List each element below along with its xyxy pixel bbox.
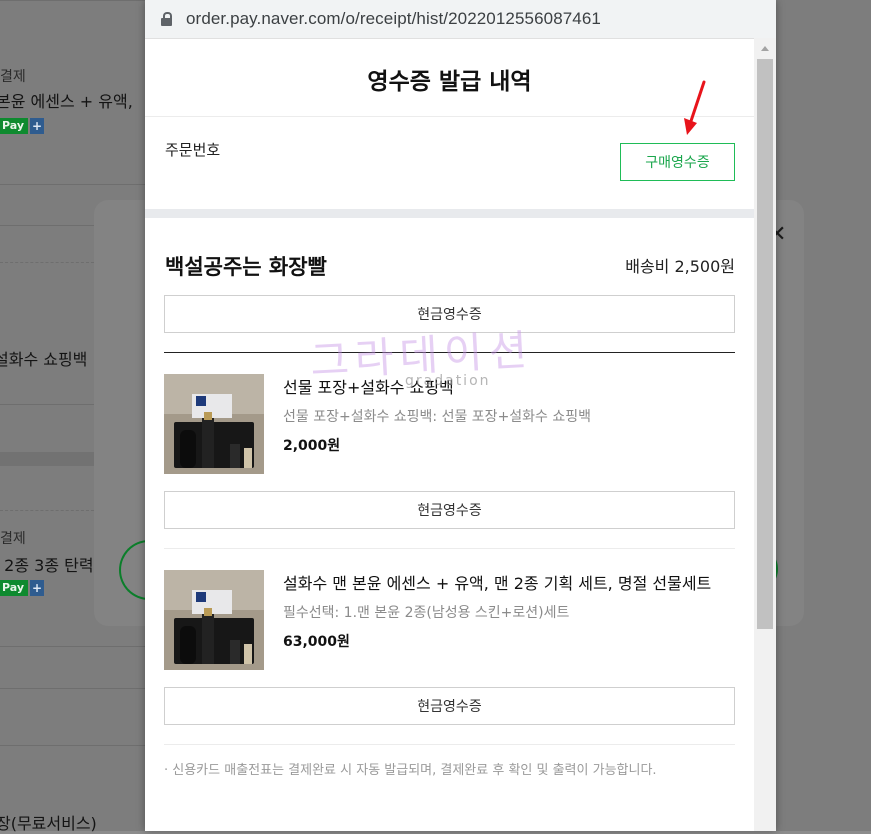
red-arrow-icon bbox=[684, 80, 706, 135]
bg-payment-label: 결제 bbox=[0, 69, 26, 85]
item-option: 필수선택: 1.맨 본윤 2종(남성용 스킨+로션)세트 bbox=[283, 605, 570, 621]
notice-text: · 신용카드 매출전표는 결제완료 시 자동 발급되며, 결제완료 후 확인 및… bbox=[164, 763, 657, 778]
watermark-subtext: gradation bbox=[405, 373, 491, 389]
item-divider bbox=[164, 548, 735, 549]
item-cash-receipt-button[interactable]: 현금영수증 bbox=[164, 687, 735, 725]
store-name: 백설공주는 화장빨 bbox=[165, 255, 327, 279]
item-name: 설화수 맨 본윤 에센스 + 유액, 맨 2종 기획 세트, 명절 선물세트 bbox=[283, 574, 712, 593]
scrollbar-thumb[interactable] bbox=[757, 59, 773, 629]
popup-content: 영수증 발급 내역 주문번호 구매영수증 백설공주는 화장빨 배송비 2,500… bbox=[145, 38, 754, 831]
receipt-popup-window: order.pay.naver.com/o/receipt/hist/20220… bbox=[145, 0, 776, 831]
item-cash-receipt-button[interactable]: 현금영수증 bbox=[164, 491, 735, 529]
item-divider bbox=[164, 744, 735, 745]
bg-product-name: · 2종 3종 탄력 bbox=[0, 556, 94, 575]
pay-badge-label: Pay bbox=[0, 580, 29, 596]
plus-icon: + bbox=[30, 580, 45, 596]
bg-divider bbox=[0, 0, 146, 1]
item-price: 63,000원 bbox=[283, 634, 350, 650]
shipping-fee: 배송비 2,500원 bbox=[625, 257, 735, 276]
url-text[interactable]: order.pay.naver.com/o/receipt/hist/20220… bbox=[186, 9, 601, 29]
title-divider bbox=[145, 116, 754, 117]
section-gap bbox=[145, 209, 754, 218]
bg-product-name: 설화수 쇼핑백 bbox=[0, 350, 88, 369]
bg-divider bbox=[0, 646, 146, 647]
product-thumbnail bbox=[164, 570, 264, 670]
bg-dashed-divider bbox=[0, 510, 94, 511]
page-title: 영수증 발급 내역 bbox=[367, 69, 532, 95]
bg-product-name: 장(무료서비스) bbox=[0, 814, 97, 833]
lock-icon bbox=[161, 12, 172, 26]
order-number-label: 주문번호 bbox=[165, 141, 221, 159]
bg-payment-label: 결제 bbox=[0, 531, 26, 547]
bg-divider bbox=[0, 745, 146, 746]
bg-naver-pay-badge: Pay + bbox=[0, 580, 45, 596]
address-bar[interactable]: order.pay.naver.com/o/receipt/hist/20220… bbox=[145, 0, 776, 39]
pay-badge-label: Pay bbox=[0, 118, 29, 134]
plus-icon: + bbox=[30, 118, 45, 134]
bg-divider bbox=[0, 184, 146, 185]
bg-divider bbox=[0, 688, 146, 689]
bg-naver-pay-badge: Pay + bbox=[0, 118, 45, 134]
product-thumbnail bbox=[164, 374, 264, 474]
vertical-scrollbar[interactable] bbox=[754, 38, 776, 831]
purchase-receipt-button[interactable]: 구매영수증 bbox=[620, 143, 735, 181]
item-option: 선물 포장+설화수 쇼핑백: 선물 포장+설화수 쇼핑백 bbox=[283, 409, 592, 425]
scroll-up-arrow-icon[interactable] bbox=[761, 46, 769, 51]
bg-product-name: 본윤 에센스 + 유액, bbox=[0, 92, 133, 111]
item-price: 2,000원 bbox=[283, 438, 341, 454]
bg-dashed-divider bbox=[0, 262, 94, 263]
